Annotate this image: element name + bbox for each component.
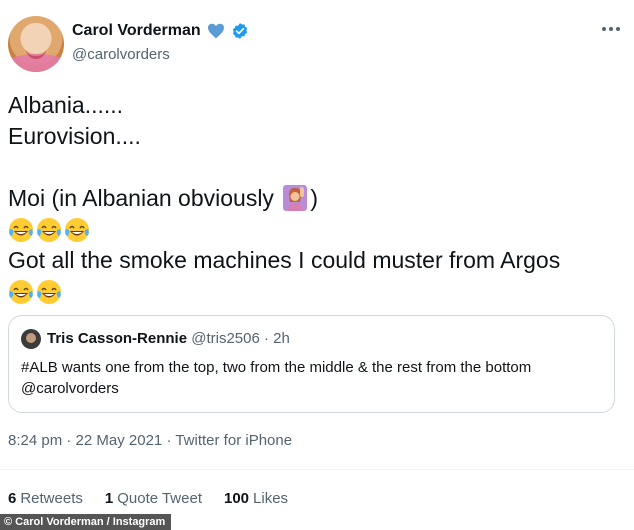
likes-count: 100 (224, 490, 250, 507)
tweet-date-link[interactable]: 22 May 2021 (76, 432, 163, 449)
quoted-tweet-text: #ALB wants one from the top, two from th… (21, 359, 532, 397)
quote-tweets-count: 1 (104, 490, 114, 507)
tweet-line-2: Eurovision.... (8, 123, 141, 149)
tears-of-joy-emoji-icon (65, 217, 89, 242)
tweet-time-link[interactable]: 8:24 pm (8, 432, 62, 449)
tweet-line-4: Got all the smoke machines I could muste… (8, 247, 561, 273)
retweets-label: Retweets (20, 490, 83, 507)
tears-of-joy-emoji-icon (9, 279, 33, 304)
tweet-line-1: Albania...... (8, 92, 124, 118)
author-name[interactable]: Carol Vorderman (72, 22, 201, 40)
image-credit: © Carol Vorderman / Instagram (0, 514, 172, 530)
tweet-line-3-end: ) (310, 185, 318, 211)
divider (0, 469, 634, 470)
blue-heart-icon (207, 23, 224, 39)
tears-of-joy-emoji-icon (9, 217, 33, 242)
tears-of-joy-emoji-icon (37, 217, 61, 242)
tweet-text: Albania...... Eurovision.... Moi (in Alb… (8, 90, 628, 307)
tweet-card: Carol Vorderman @carolvorders Albania...… (0, 0, 634, 530)
quote-tweets-stat[interactable]: 1 Quote Tweet (105, 490, 202, 507)
quoted-tweet-header: Tris Casson-Rennie @tris2506 · 2h (47, 330, 290, 347)
tweet-timestamp: 8:24 pm · 22 May 2021 · Twitter for iPho… (8, 432, 292, 449)
tweet-source-link[interactable]: Twitter for iPhone (175, 432, 292, 449)
retweets-stat[interactable]: 6 Retweets (8, 490, 83, 507)
timestamp-separator: · (62, 432, 76, 449)
author-name-row: Carol Vorderman (72, 22, 249, 40)
likes-label: Likes (253, 490, 289, 507)
quoted-author-meta: @tris2506 · 2h (191, 330, 290, 347)
woman-raising-hand-emoji-icon (283, 185, 308, 211)
quoted-tweet[interactable]: Tris Casson-Rennie @tris2506 · 2h #ALB w… (8, 315, 615, 413)
author-handle[interactable]: @carolvorders (72, 46, 170, 63)
tears-of-joy-emoji-icon (37, 279, 61, 304)
likes-stat[interactable]: 100 Likes (224, 490, 288, 507)
quoted-author-name[interactable]: Tris Casson-Rennie (47, 330, 187, 347)
author-avatar[interactable] (8, 16, 64, 72)
quote-tweets-label: Quote Tweet (117, 490, 202, 507)
more-options-icon[interactable] (600, 22, 622, 36)
laughing-emoji-row-1 (8, 214, 628, 245)
quoted-author-avatar[interactable] (21, 329, 41, 349)
retweets-count: 6 (8, 490, 17, 507)
verified-badge-icon (232, 23, 247, 39)
tweet-line-3: Moi (in Albanian obviously ) (8, 183, 628, 214)
tweet-stats: 6 Retweets 1 Quote Tweet 100 Likes (8, 490, 288, 507)
laughing-emoji-row-2 (8, 276, 628, 307)
timestamp-separator: · (162, 432, 176, 449)
tweet-line-3-text: Moi (in Albanian obviously (8, 185, 281, 211)
